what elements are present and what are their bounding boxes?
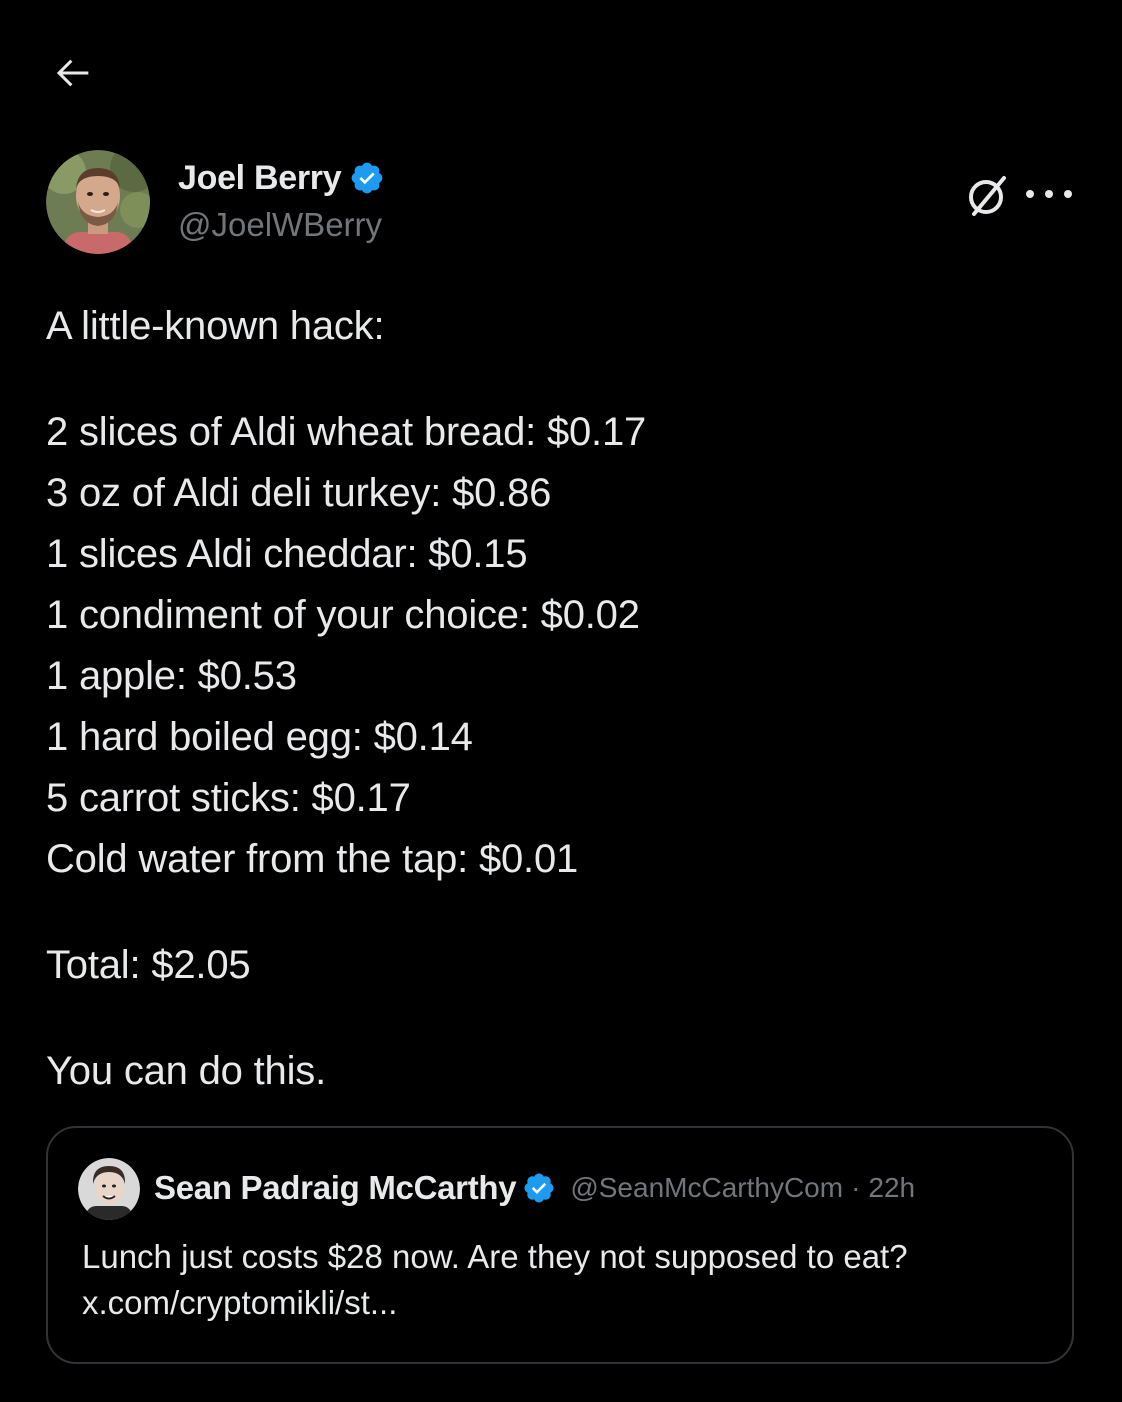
quoted-avatar-image bbox=[78, 1158, 140, 1220]
more-dot bbox=[1045, 190, 1053, 198]
verified-badge-icon bbox=[349, 160, 385, 196]
quoted-text-line: Lunch just costs $28 now. Are they not s… bbox=[82, 1238, 908, 1275]
tweet-closing: You can do this. bbox=[46, 1049, 326, 1093]
separator-dot: · bbox=[851, 1172, 861, 1203]
list-item: 1 hard boiled egg: $0.14 bbox=[46, 715, 473, 759]
quoted-author-name: Sean Padraig McCarthy bbox=[154, 1169, 517, 1206]
tweet-header: Joel Berry @JoelWBerry bbox=[46, 150, 1076, 256]
more-dot bbox=[1026, 190, 1034, 198]
more-dot bbox=[1064, 190, 1072, 198]
author-display-name[interactable]: Joel Berry bbox=[178, 159, 342, 198]
list-item: 1 slices Aldi cheddar: $0.15 bbox=[46, 532, 528, 576]
list-item: 3 oz of Aldi deli turkey: $0.86 bbox=[46, 471, 552, 515]
quoted-link[interactable]: x.com/cryptomikli/st... bbox=[82, 1280, 1052, 1326]
quoted-tweet-text: Lunch just costs $28 now. Are they not s… bbox=[82, 1234, 1052, 1326]
author-avatar[interactable] bbox=[46, 150, 150, 254]
quoted-tweet-card[interactable]: Sean Padraig McCarthy @SeanMcCarthyCom ·… bbox=[46, 1126, 1074, 1364]
tweet-intro: A little-known hack: bbox=[46, 304, 385, 348]
list-item: Cold water from the tap: $0.01 bbox=[46, 837, 579, 881]
list-item: 1 condiment of your choice: $0.02 bbox=[46, 593, 640, 637]
back-button[interactable] bbox=[46, 46, 100, 100]
paragraph-break bbox=[46, 357, 1076, 402]
list-item: 5 carrot sticks: $0.17 bbox=[46, 776, 411, 820]
tweet-total: Total: $2.05 bbox=[46, 943, 251, 987]
tweet-text: A little-known hack: 2 slices of Aldi wh… bbox=[46, 296, 1076, 1102]
more-options-icon[interactable] bbox=[1026, 176, 1072, 212]
paragraph-break bbox=[46, 890, 1076, 935]
verified-badge-icon bbox=[522, 1171, 556, 1205]
quoted-tweet-header: Sean Padraig McCarthy @SeanMcCarthyCom ·… bbox=[154, 1166, 915, 1210]
quoted-author-handle: @SeanMcCarthyCom bbox=[570, 1172, 844, 1203]
quoted-author-avatar bbox=[78, 1158, 140, 1220]
grok-icon[interactable] bbox=[964, 170, 1012, 218]
author-handle[interactable]: @JoelWBerry bbox=[178, 206, 382, 244]
list-item: 1 apple: $0.53 bbox=[46, 654, 297, 698]
arrow-left-icon bbox=[56, 59, 89, 87]
quoted-timestamp: 22h bbox=[868, 1172, 916, 1203]
list-item: 2 slices of Aldi wheat bread: $0.17 bbox=[46, 410, 647, 454]
author-name-row: Joel Berry bbox=[178, 156, 385, 200]
paragraph-break bbox=[46, 996, 1076, 1041]
user-avatar-image bbox=[46, 150, 150, 254]
